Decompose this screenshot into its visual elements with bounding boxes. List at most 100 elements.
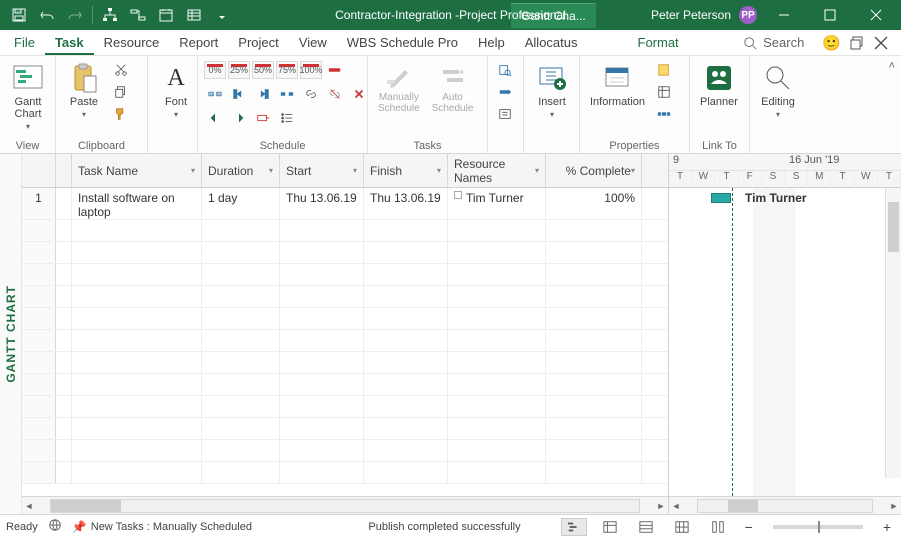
grid-horizontal-scrollbar[interactable]: ◄►	[22, 496, 668, 514]
col-header-resources[interactable]: Resource Names▾	[448, 154, 546, 187]
view-resource-sheet-icon[interactable]	[669, 518, 695, 536]
view-tab-title[interactable]: Gantt Cha...	[511, 3, 596, 28]
minimize-button[interactable]	[765, 1, 803, 29]
table-row[interactable]	[22, 308, 668, 330]
insert-button[interactable]: Insert▾	[530, 60, 574, 121]
save-icon[interactable]	[6, 2, 32, 28]
table-row[interactable]	[22, 286, 668, 308]
inactivate-icon[interactable]	[348, 84, 370, 104]
table-row[interactable]	[22, 396, 668, 418]
split-task-icon[interactable]	[276, 84, 298, 104]
zoom-out-icon[interactable]: −	[741, 519, 757, 535]
table-row[interactable]	[22, 462, 668, 484]
cut-icon[interactable]	[110, 60, 132, 80]
menu-file[interactable]: File	[4, 31, 45, 54]
unlink-icon[interactable]	[324, 84, 346, 104]
cell-finish[interactable]: Thu 13.06.19	[364, 188, 448, 219]
undo-icon[interactable]	[34, 2, 60, 28]
timeline-horizontal-scrollbar[interactable]: ◄►	[669, 496, 901, 514]
table-row[interactable]	[22, 374, 668, 396]
scroll-to-task-icon[interactable]	[252, 108, 274, 128]
notes-icon[interactable]	[653, 60, 675, 80]
table-row[interactable]	[22, 220, 668, 242]
pct-50[interactable]: 50%	[252, 61, 274, 79]
close-panel-icon[interactable]	[873, 35, 889, 51]
pct-75[interactable]: 75%	[276, 61, 298, 79]
mode-icon[interactable]	[494, 104, 516, 124]
row-id[interactable]: 1	[22, 188, 56, 219]
table-row[interactable]	[22, 330, 668, 352]
table-row[interactable]	[22, 418, 668, 440]
cell-duration[interactable]: 1 day	[202, 188, 280, 219]
gantt-bar[interactable]	[711, 193, 731, 203]
menu-report[interactable]: Report	[169, 31, 228, 54]
feedback-icon[interactable]: 🙂	[822, 34, 841, 52]
status-new-tasks[interactable]: 📌 New Tasks : Manually Scheduled	[72, 520, 252, 534]
menu-resource[interactable]: Resource	[94, 31, 170, 54]
paste-button[interactable]: Paste▾	[62, 60, 106, 121]
font-button[interactable]: A Font▾	[154, 60, 198, 121]
copy-icon[interactable]	[110, 82, 132, 102]
search-box[interactable]: Search	[733, 35, 814, 50]
table-row[interactable]: 1 Install software on laptop 1 day Thu 1…	[22, 188, 668, 220]
cell-task[interactable]: Install software on laptop	[72, 188, 202, 219]
close-button[interactable]	[857, 1, 895, 29]
network-diagram-icon[interactable]	[97, 2, 123, 28]
gantt-chart-button[interactable]: Gantt Chart▾	[6, 60, 50, 133]
col-header-pct[interactable]: % Complete▾	[546, 154, 642, 187]
menu-format[interactable]: Format	[628, 31, 689, 54]
table-row[interactable]	[22, 264, 668, 286]
menu-wbs[interactable]: WBS Schedule Pro	[337, 31, 468, 54]
menu-view[interactable]: View	[289, 31, 337, 54]
add-to-timeline-icon[interactable]	[653, 104, 675, 124]
cell-pct[interactable]: 100%	[546, 188, 642, 219]
planner-button[interactable]: Planner	[696, 60, 742, 110]
move-left-icon[interactable]	[204, 108, 226, 128]
view-task-usage-icon[interactable]	[597, 518, 623, 536]
cell-resource[interactable]: Tim Turner	[448, 188, 546, 219]
link-tasks-icon[interactable]	[125, 2, 151, 28]
link-icon[interactable]	[300, 84, 322, 104]
table-row[interactable]	[22, 440, 668, 462]
menu-help[interactable]: Help	[468, 31, 515, 54]
details-icon[interactable]	[653, 82, 675, 102]
avatar[interactable]: PP	[739, 6, 757, 24]
view-team-planner-icon[interactable]	[633, 518, 659, 536]
calendar-icon[interactable]	[153, 2, 179, 28]
auto-schedule-button[interactable]: Auto Schedule	[428, 60, 478, 116]
pct-25[interactable]: 25%	[228, 61, 250, 79]
pct-0[interactable]: 0%	[204, 61, 226, 79]
col-header-finish[interactable]: Finish▾	[364, 154, 448, 187]
col-header-id[interactable]	[22, 154, 56, 187]
redo-icon[interactable]	[62, 2, 88, 28]
zoom-slider[interactable]	[773, 525, 863, 529]
zoom-in-icon[interactable]: +	[879, 519, 895, 535]
restore-windows-icon[interactable]	[849, 35, 865, 51]
maximize-button[interactable]	[811, 1, 849, 29]
user-name[interactable]: Peter Peterson	[651, 8, 731, 22]
inspect-icon[interactable]	[494, 60, 516, 80]
menu-task[interactable]: Task	[45, 31, 94, 55]
move-task-icon[interactable]	[494, 82, 516, 102]
view-gantt-icon[interactable]	[561, 518, 587, 536]
menu-allocatus[interactable]: Allocatus	[515, 31, 588, 54]
pct-100[interactable]: 100%	[300, 61, 322, 79]
collapse-ribbon-icon[interactable]: ˄	[889, 60, 895, 72]
col-header-indicator[interactable]	[56, 154, 72, 187]
move-right-icon[interactable]	[228, 108, 250, 128]
qat-dropdown-icon[interactable]	[209, 2, 235, 28]
col-header-start[interactable]: Start▾	[280, 154, 364, 187]
indent-icon[interactable]	[252, 84, 274, 104]
mark-on-track-icon[interactable]	[324, 60, 346, 80]
table-row[interactable]	[22, 352, 668, 374]
respect-links-icon[interactable]	[204, 84, 226, 104]
table-icon[interactable]	[181, 2, 207, 28]
bullets-icon[interactable]	[276, 108, 298, 128]
globe-icon[interactable]	[48, 518, 62, 535]
format-painter-icon[interactable]	[110, 104, 132, 124]
table-row[interactable]	[22, 242, 668, 264]
menu-project[interactable]: Project	[228, 31, 288, 54]
timeline-vertical-scrollbar[interactable]	[885, 188, 901, 478]
col-header-taskname[interactable]: Task Name▾	[72, 154, 202, 187]
outdent-icon[interactable]	[228, 84, 250, 104]
